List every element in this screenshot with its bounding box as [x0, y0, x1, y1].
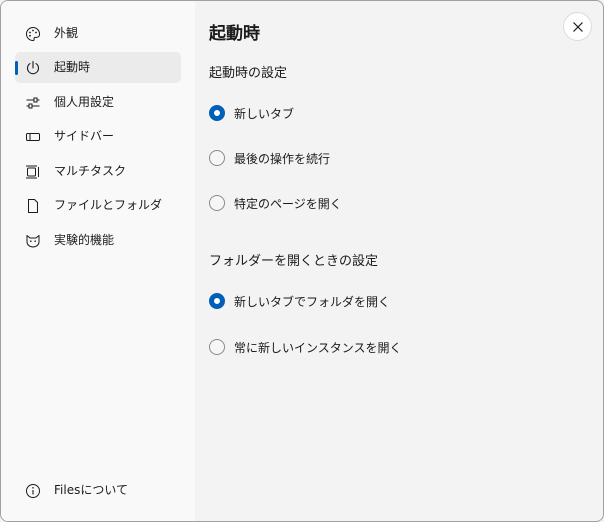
sidebar: 外観 起動時 個人用設定 サイドバー マルチタスク ファイルとフォルダ 実験的機… [1, 1, 195, 521]
radio-label: 常に新しいインスタンスを開く [234, 340, 402, 355]
radio-indicator[interactable] [209, 293, 225, 309]
palette-icon [26, 26, 41, 42]
sidebar-item-personalization[interactable]: 個人用設定 [15, 87, 181, 118]
sidebar-item-label: 外観 [54, 26, 79, 40]
sidebar-icon [26, 133, 40, 141]
sidebar-item-appearance[interactable]: 外観 [15, 18, 181, 49]
sidebar-item-label: 実験的機能 [54, 233, 115, 247]
radio-label: 特定のページを開く [234, 196, 342, 211]
sidebar-item-files-folders[interactable]: ファイルとフォルダ [15, 190, 181, 221]
radio-open-folder-new-tab[interactable]: 新しいタブでフォルダを開く [209, 291, 390, 311]
sidebar-item-label: 個人用設定 [54, 95, 115, 109]
radio-indicator[interactable] [209, 195, 225, 211]
radio-new-instance[interactable]: 常に新しいインスタンスを開く [209, 337, 402, 357]
folder-section-heading: フォルダーを開くときの設定 [209, 254, 379, 269]
sidebar-item-multitask[interactable]: マルチタスク [15, 156, 181, 187]
sidebar-item-label: サイドバー [54, 129, 115, 143]
cat-icon [26, 235, 40, 248]
radio-label: 新しいタブでフォルダを開く [234, 294, 391, 309]
power-icon [26, 60, 40, 75]
sidebar-item-sidebar[interactable]: サイドバー [15, 121, 181, 152]
close-icon [572, 21, 583, 32]
radio-label: 最後の操作を続行 [234, 151, 331, 166]
sliders-icon [26, 97, 40, 109]
close-button[interactable] [563, 12, 592, 41]
sidebar-item-startup[interactable]: 起動時 [15, 52, 181, 83]
settings-content: 起動時 起動時の設定 新しいタブ 最後の操作を続行 特定のページを開く フォルダ… [195, 1, 603, 521]
radio-continue-last[interactable]: 最後の操作を続行 [209, 148, 330, 168]
radio-label: 新しいタブ [234, 106, 295, 121]
radio-indicator[interactable] [209, 339, 225, 355]
radio-new-tab[interactable]: 新しいタブ [209, 103, 294, 123]
sidebar-item-label: Filesについて [54, 483, 128, 497]
sidebar-item-label: 起動時 [54, 60, 91, 74]
info-icon [26, 484, 40, 498]
selection-indicator [15, 61, 18, 75]
sidebar-item-label: ファイルとフォルダ [54, 198, 163, 212]
sidebar-item-experimental[interactable]: 実験的機能 [15, 225, 181, 256]
radio-open-specific-page[interactable]: 特定のページを開く [209, 193, 342, 213]
multitask-icon [26, 165, 39, 179]
radio-indicator[interactable] [209, 150, 225, 166]
page-title: 起動時 [209, 24, 260, 44]
sidebar-item-about[interactable]: Filesについて [15, 475, 181, 506]
sidebar-item-label: マルチタスク [54, 164, 127, 178]
startup-section-heading: 起動時の設定 [209, 66, 288, 81]
document-icon [28, 199, 38, 213]
radio-indicator[interactable] [209, 105, 225, 121]
settings-dialog: 外観 起動時 個人用設定 サイドバー マルチタスク ファイルとフォルダ 実験的機… [0, 0, 604, 522]
